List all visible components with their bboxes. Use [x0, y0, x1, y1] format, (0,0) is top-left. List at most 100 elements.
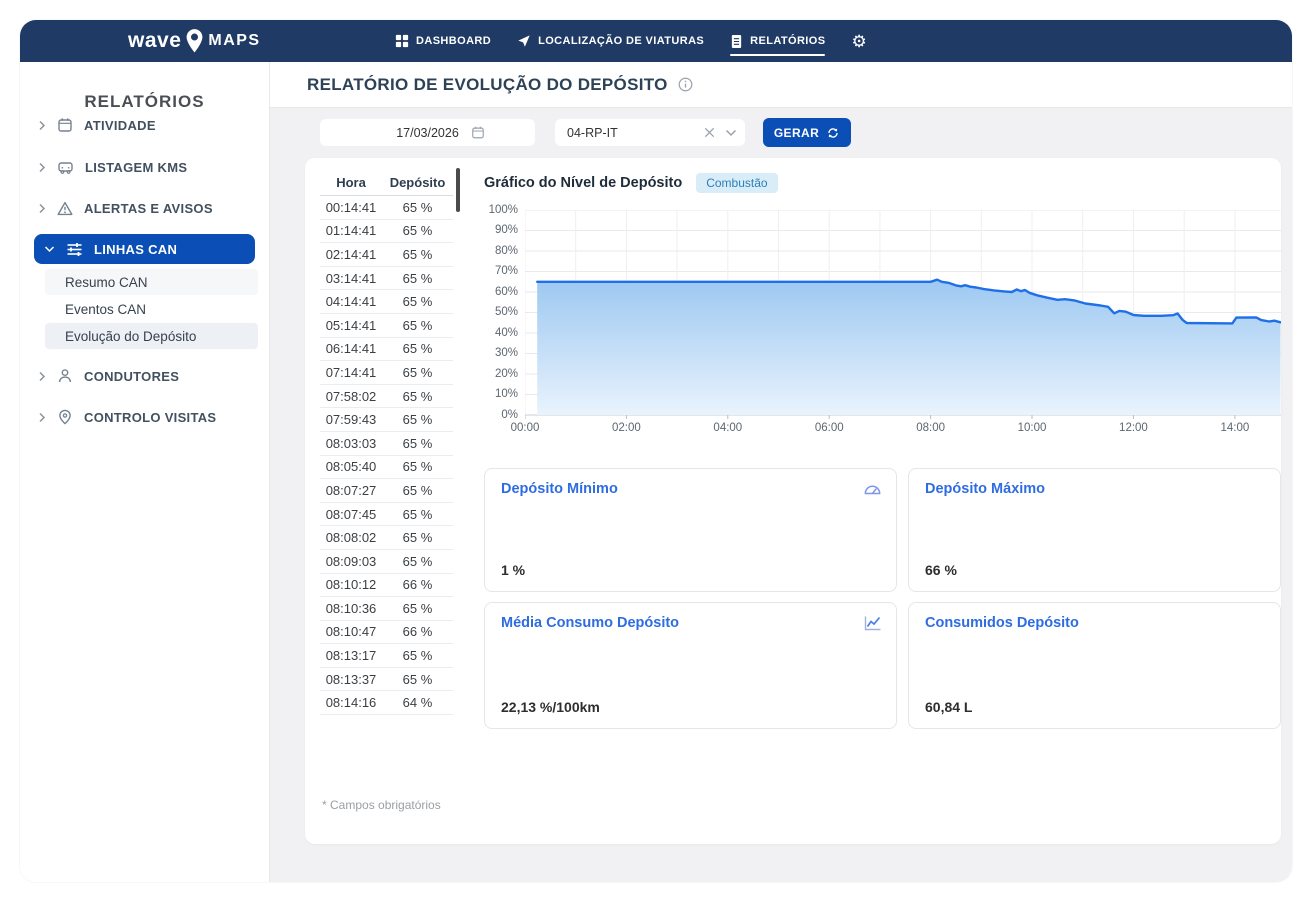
table-row: 02:14:41 65 % [320, 243, 453, 267]
clear-icon[interactable] [703, 126, 716, 139]
cell-hora: 08:13:37 [320, 672, 382, 687]
col-header-deposito: Depósito [382, 175, 453, 190]
cell-deposito: 65 % [382, 389, 453, 404]
sidebar-item-condutores[interactable]: CONDUTORES [38, 363, 257, 389]
sliders-icon [66, 242, 83, 257]
cell-deposito: 65 % [382, 459, 453, 474]
table-row: 08:14:16 64 % [320, 691, 453, 715]
car-icon [57, 159, 74, 175]
table-scrollbar-thumb[interactable] [456, 168, 460, 212]
table-row: 08:03:03 65 % [320, 432, 453, 456]
refresh-icon [826, 126, 840, 140]
stat-card-media-consumo: Média Consumo Depósito 22,13 %/100km [484, 602, 897, 729]
cell-deposito: 65 % [382, 200, 453, 215]
sidebar-subitem-label: Resumo CAN [65, 275, 148, 290]
cell-deposito: 65 % [382, 271, 453, 286]
sidebar-item-label: LISTAGEM KMS [85, 160, 187, 175]
x-axis-tick-label: 02:00 [602, 422, 650, 434]
table-row: 07:58:02 65 % [320, 385, 453, 409]
report-body: 17/03/2026 04-RP-IT [270, 108, 1292, 882]
date-input[interactable]: 17/03/2026 [320, 119, 535, 146]
cell-hora: 08:14:16 [320, 695, 382, 710]
stat-card-title: Média Consumo Depósito [501, 615, 679, 631]
main-content: RELATÓRIO DE EVOLUÇÃO DO DEPÓSITO 17/03/… [270, 62, 1292, 882]
col-header-hora: Hora [320, 175, 382, 190]
settings-gear-icon[interactable]: ⚙ [851, 33, 866, 50]
y-axis-tick-label: 100% [465, 204, 518, 216]
table-row: 08:07:45 65 % [320, 503, 453, 527]
y-axis-tick-label: 60% [465, 286, 518, 298]
y-axis-tick-label: 20% [465, 368, 518, 380]
required-fields-note: * Campos obrigatórios [322, 798, 441, 812]
cell-deposito: 66 % [382, 624, 453, 639]
sidebar-item-alertas-avisos[interactable]: ALERTAS E AVISOS [38, 195, 257, 221]
cell-deposito: 65 % [382, 530, 453, 545]
nav-relatorios[interactable]: RELATÓRIOS [730, 20, 825, 62]
generate-button[interactable]: GERAR [763, 118, 851, 147]
table-row: 08:09:03 65 % [320, 550, 453, 574]
sidebar-subitem-eventos-can[interactable]: Eventos CAN [45, 296, 258, 322]
cell-hora: 08:07:27 [320, 483, 382, 498]
sidebar-subitem-evolucao-deposito[interactable]: Evolução do Depósito [45, 323, 258, 349]
table-row: 08:05:40 65 % [320, 456, 453, 480]
y-axis-tick-label: 80% [465, 245, 518, 257]
fuel-type-badge: Combustão [696, 173, 777, 193]
nav-dashboard-label: DASHBOARD [416, 35, 491, 47]
cell-deposito: 66 % [382, 577, 453, 592]
chart-title: Gráfico do Nível de Depósito [484, 175, 682, 191]
table-row: 05:14:41 65 % [320, 314, 453, 338]
stat-card-title: Consumidos Depósito [925, 615, 1079, 631]
y-axis-tick-label: 10% [465, 388, 518, 400]
table-row: 07:59:43 65 % [320, 408, 453, 432]
nav-localizacao-viaturas[interactable]: LOCALIZAÇÃO DE VIATURAS [517, 20, 704, 62]
cell-deposito: 65 % [382, 365, 453, 380]
stat-card-title: Depósito Máximo [925, 481, 1045, 497]
calendar-icon [471, 125, 485, 140]
table-row: 04:14:41 65 % [320, 290, 453, 314]
cell-deposito: 65 % [382, 436, 453, 451]
table-row: 08:13:17 65 % [320, 644, 453, 668]
app-logo: wave MAPS [128, 20, 261, 62]
app-window: wave MAPS DASHBOARD [20, 20, 1292, 882]
sidebar-item-label: ALERTAS E AVISOS [84, 201, 213, 216]
cell-hora: 00:14:41 [320, 200, 382, 215]
cell-deposito: 65 % [382, 341, 453, 356]
cell-hora: 08:08:02 [320, 530, 382, 545]
cell-hora: 08:09:03 [320, 554, 382, 569]
main-nav: DASHBOARD LOCALIZAÇÃO DE VIATURAS R [395, 20, 867, 62]
sidebar: RELATÓRIOS ATIVIDADE LISTAGEM KMS [20, 62, 270, 882]
nav-dashboard[interactable]: DASHBOARD [395, 20, 491, 62]
stat-card-value: 22,13 %/100km [501, 699, 600, 715]
sidebar-item-listagem-kms[interactable]: LISTAGEM KMS [38, 154, 257, 180]
sidebar-item-linhas-can[interactable]: LINHAS CAN [34, 234, 255, 264]
y-axis-tick-label: 50% [465, 306, 518, 318]
info-icon[interactable] [678, 77, 693, 92]
top-navbar: wave MAPS DASHBOARD [20, 20, 1292, 62]
x-axis-tick-label: 10:00 [1008, 422, 1056, 434]
x-axis-tick-label: 14:00 [1211, 422, 1259, 434]
cell-hora: 07:59:43 [320, 412, 382, 427]
generate-button-label: GERAR [774, 126, 819, 140]
x-axis-tick-label: 06:00 [805, 422, 853, 434]
sidebar-subitem-resumo-can[interactable]: Resumo CAN [45, 269, 258, 295]
sidebar-item-controlo-visitas[interactable]: CONTROLO VISITAS [38, 404, 257, 430]
vehicle-select[interactable]: 04-RP-IT [555, 119, 745, 146]
chevron-right-icon [38, 412, 46, 423]
gauge-icon [863, 481, 882, 496]
chevron-down-icon[interactable] [725, 129, 737, 137]
sidebar-item-atividade[interactable]: ATIVIDADE [38, 112, 257, 138]
sidebar-item-label: ATIVIDADE [84, 118, 156, 133]
date-value: 17/03/2026 [396, 126, 459, 140]
report-header: RELATÓRIO DE EVOLUÇÃO DO DEPÓSITO [270, 62, 1292, 108]
table-row: 08:10:47 66 % [320, 621, 453, 645]
y-axis-tick-label: 30% [465, 347, 518, 359]
map-pin-icon [57, 409, 73, 425]
stat-card-value: 60,84 L [925, 699, 972, 715]
sidebar-subitem-label: Eventos CAN [65, 302, 146, 317]
table-row: 08:08:02 65 % [320, 526, 453, 550]
sidebar-item-label: CONDUTORES [84, 369, 179, 384]
cell-deposito: 65 % [382, 672, 453, 687]
table-body: 00:14:41 65 % 01:14:41 65 % 02:14:41 65 … [320, 196, 453, 715]
cell-hora: 05:14:41 [320, 318, 382, 333]
cell-deposito: 65 % [382, 412, 453, 427]
